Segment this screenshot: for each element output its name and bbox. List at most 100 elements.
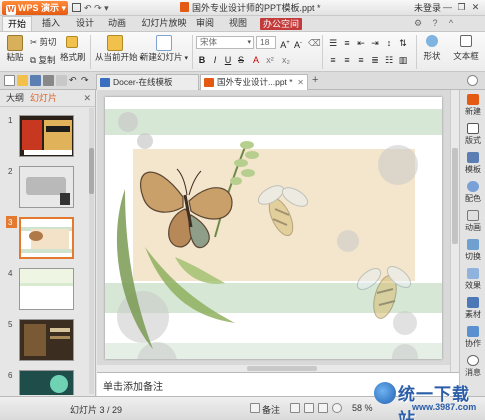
align-center-icon[interactable]: ≡: [341, 54, 353, 66]
tab-animation[interactable]: 动画: [104, 16, 130, 31]
undo-icon[interactable]: ↶: [69, 75, 80, 86]
tab-view[interactable]: 视图: [225, 16, 251, 31]
cut-button[interactable]: ✂ 剪切: [30, 36, 57, 48]
slide-thumbnail-selected[interactable]: 3: [0, 216, 92, 264]
justify-icon[interactable]: ≣: [369, 54, 381, 66]
tab-insert[interactable]: 插入: [38, 16, 64, 31]
strikethrough-button[interactable]: S: [235, 54, 247, 66]
slide-thumbnail[interactable]: 6: [0, 369, 92, 395]
notes-icon[interactable]: [250, 403, 260, 413]
sidebar-item-messages[interactable]: 消息: [460, 355, 485, 378]
user-icon[interactable]: [467, 75, 478, 86]
slide-canvas[interactable]: [105, 97, 442, 359]
scrollbar-thumb[interactable]: [452, 148, 458, 244]
sidebar-item-transition[interactable]: 切换: [460, 239, 485, 262]
close-icon[interactable]: ✕: [83, 93, 91, 104]
app-menu-button[interactable]: W WPS 演示 ▾: [2, 1, 68, 15]
paste-button[interactable]: 粘贴: [4, 35, 26, 63]
editor-vertical-scrollbar[interactable]: [450, 90, 459, 372]
tab-slideshow[interactable]: 幻灯片放映: [140, 16, 188, 31]
doc-tab-current[interactable]: 国外专业设计...ppt * ✕: [200, 74, 308, 90]
editor-horizontal-scrollbar[interactable]: [97, 365, 450, 372]
redo-icon[interactable]: ↷: [94, 3, 102, 13]
copy-button[interactable]: ⧉ 复制: [30, 54, 55, 66]
subscript-icon[interactable]: x₂: [280, 54, 292, 66]
doc-tab-docer[interactable]: Docer-在线模板: [96, 74, 199, 90]
redo-icon[interactable]: ↷: [81, 75, 92, 86]
collapse-ribbon-icon[interactable]: ^: [444, 16, 458, 31]
add-tab-button[interactable]: +: [312, 74, 318, 86]
clear-format-icon[interactable]: ⌫: [308, 37, 321, 49]
font-size-combo[interactable]: 18: [256, 36, 276, 49]
font-color-button[interactable]: A: [250, 54, 262, 66]
new-doc-icon[interactable]: [4, 75, 15, 86]
sidebar-item-color-scheme[interactable]: 配色: [460, 181, 485, 204]
slide-number: 5: [8, 320, 13, 329]
sidebar-item-new[interactable]: 新建: [460, 94, 485, 117]
sidebar-item-collaborate[interactable]: 协作: [460, 326, 485, 349]
panel-scrollbar[interactable]: [89, 108, 94, 394]
bullets-icon[interactable]: ☰: [327, 37, 339, 49]
slide-thumbnail[interactable]: 1: [0, 114, 92, 162]
tab-review[interactable]: 审阅: [192, 16, 218, 31]
reading-view-icon[interactable]: [318, 403, 328, 413]
restore-button[interactable]: ❐: [456, 2, 467, 13]
underline-button[interactable]: U: [222, 54, 234, 66]
font-name-combo[interactable]: 宋体 ▾: [196, 36, 254, 49]
align-right-icon[interactable]: ≡: [355, 54, 367, 66]
tab-outline[interactable]: 大纲: [6, 92, 24, 105]
decrease-indent-icon[interactable]: ⇤: [355, 37, 367, 49]
numbering-icon[interactable]: ≡: [341, 37, 353, 49]
tab-home[interactable]: 开始: [2, 16, 32, 31]
bold-button[interactable]: B: [196, 54, 208, 66]
save-icon[interactable]: [72, 3, 81, 12]
slide-sorter-icon[interactable]: [304, 403, 314, 413]
sidebar-item-materials[interactable]: 素材: [460, 297, 485, 320]
notes-placeholder[interactable]: 单击添加备注: [103, 378, 163, 393]
increase-indent-icon[interactable]: ⇥: [369, 37, 381, 49]
sidebar-item-animation[interactable]: 动画: [460, 210, 485, 233]
new-slide-button[interactable]: 新建幻灯片 ▾: [140, 35, 188, 63]
print-icon[interactable]: [43, 75, 54, 86]
scrollbar-thumb[interactable]: [89, 148, 94, 194]
line-spacing-icon[interactable]: ↕: [383, 37, 395, 49]
notes-toggle[interactable]: 备注: [262, 403, 280, 416]
shrink-font-icon[interactable]: A-: [292, 37, 304, 51]
open-folder-icon[interactable]: [17, 75, 28, 86]
tab-office-space[interactable]: 办公空间: [260, 18, 303, 30]
sidebar-item-effects[interactable]: 效果: [460, 268, 485, 291]
text-direction-icon[interactable]: ⇅: [397, 37, 409, 49]
help-icon[interactable]: ?: [428, 16, 442, 31]
login-link[interactable]: 未登录: [414, 1, 441, 15]
save-icon[interactable]: [30, 75, 41, 86]
scrollbar-thumb[interactable]: [247, 366, 317, 371]
tab-slides[interactable]: 幻灯片: [30, 92, 57, 105]
sidebar-item-layout[interactable]: 版式: [460, 123, 485, 146]
slide-thumbnail[interactable]: 4: [0, 267, 92, 315]
slide-thumbnail[interactable]: 2: [0, 165, 92, 213]
sidebar-item-template[interactable]: 模板: [460, 152, 485, 175]
normal-view-icon[interactable]: [290, 403, 300, 413]
tab-design[interactable]: 设计: [72, 16, 98, 31]
minimize-button[interactable]: —: [442, 2, 453, 13]
qat-dropdown-icon[interactable]: ▾: [104, 3, 109, 13]
slideshow-icon[interactable]: [332, 403, 342, 413]
slide-number: 1: [8, 116, 13, 125]
format-painter-button[interactable]: 格式刷: [60, 36, 86, 63]
grow-font-icon[interactable]: A+: [279, 37, 291, 51]
distribute-icon[interactable]: ☷: [383, 54, 395, 66]
start-from-current-button[interactable]: 从当前开始 ▾: [95, 35, 143, 63]
undo-icon[interactable]: ↶: [84, 3, 92, 13]
zoom-level[interactable]: 58 %: [352, 403, 373, 413]
textbox-button[interactable]: 文本框: [448, 35, 484, 62]
italic-button[interactable]: I: [209, 54, 221, 66]
shape-button[interactable]: 形状: [420, 35, 444, 62]
superscript-icon[interactable]: x²: [264, 54, 276, 66]
print-preview-icon[interactable]: [56, 75, 67, 86]
slide-thumbnail[interactable]: 5: [0, 318, 92, 366]
close-tab-icon[interactable]: ✕: [297, 75, 304, 90]
align-left-icon[interactable]: ≡: [327, 54, 339, 66]
columns-icon[interactable]: ▥: [397, 54, 409, 66]
close-window-button[interactable]: ✕: [470, 2, 481, 13]
settings-icon[interactable]: ⚙: [410, 16, 426, 31]
